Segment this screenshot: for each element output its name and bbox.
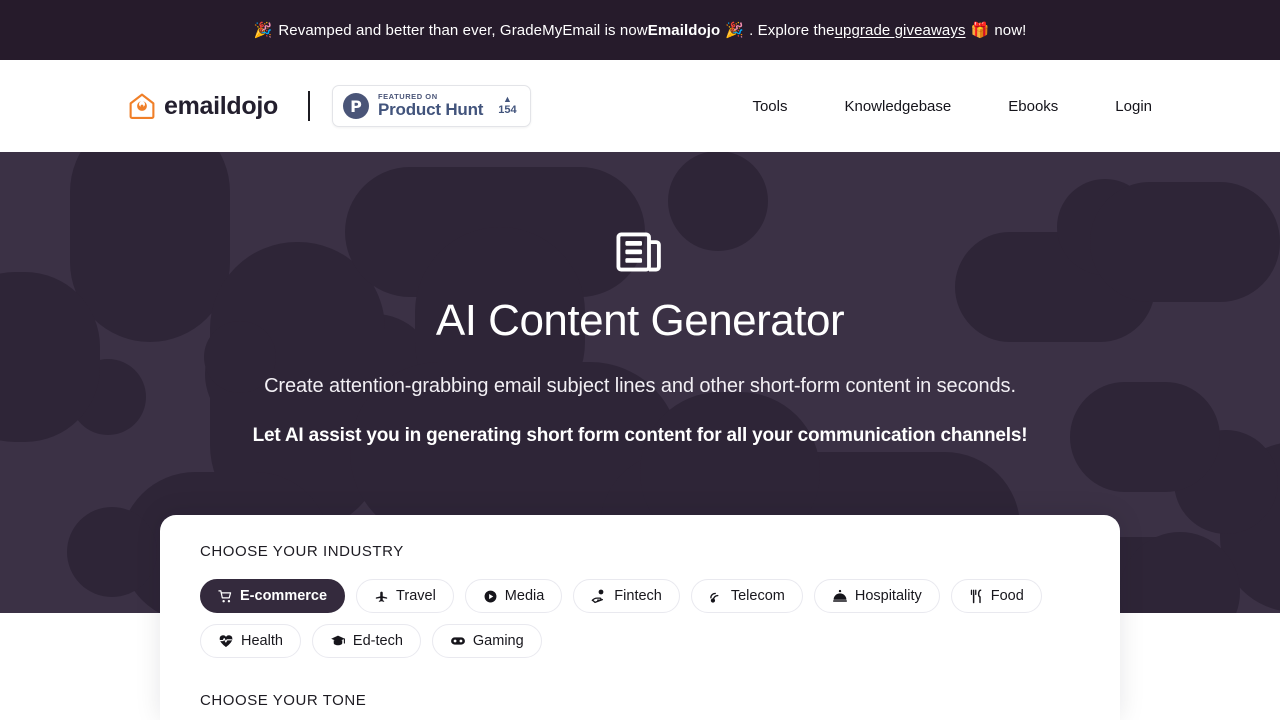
fork-knife-icon [970,589,982,603]
industry-chip-travel[interactable]: Travel [356,579,454,613]
product-hunt-votes: ▲ 154 [498,95,516,117]
nav-link-knowledgebase[interactable]: Knowledgebase [844,98,951,115]
newspaper-icon [616,232,661,272]
gift-icon: 🎁 [970,22,990,39]
industry-chip-label: Telecom [730,588,785,604]
nav-link-ebooks[interactable]: Ebooks [1008,98,1058,115]
tone-section-label: CHOOSE YOUR TONE [200,692,367,709]
industry-chip-telecom[interactable]: Telecom [690,579,803,613]
industry-chip-group: E-commerce Travel Media Fintech Telecom … [200,579,1080,658]
upvote-caret-icon: ▲ [502,94,512,104]
banner-text-third: now! [994,21,1027,39]
nav-link-tools[interactable]: Tools [752,98,787,115]
announcement-banner: 🎉 Revamped and better than ever, GradeMy… [0,0,1280,60]
generator-panel: CHOOSE YOUR INDUSTRY E-commerce Travel M… [160,515,1120,720]
industry-chip-label: Health [241,633,283,649]
industry-chip-food[interactable]: Food [950,579,1042,613]
brand-name: emaildojo [164,91,278,120]
industry-chip-e-commerce[interactable]: E-commerce [200,579,346,613]
product-hunt-text: FEATURED ON Product Hunt [378,93,483,119]
hero-content: AI Content Generator Create attention-gr… [0,152,1280,447]
industry-section-label: CHOOSE YOUR INDUSTRY [200,543,404,560]
industry-chip-label: Hospitality [854,588,922,604]
airplane-icon [375,591,388,602]
hand-coin-icon [591,589,604,604]
party-popper-icon-mid: 🎉 [725,22,745,39]
header-divider [308,91,310,121]
industry-chip-label: Food [990,588,1024,604]
nav-link-login[interactable]: Login [1115,98,1152,115]
industry-chip-media[interactable]: Media [464,579,563,613]
product-hunt-badge[interactable]: P FEATURED ON Product Hunt ▲ 154 [332,85,531,127]
signal-icon [710,592,719,603]
room-service-icon [832,589,847,602]
industry-chip-label: Media [504,588,545,604]
product-hunt-logo-icon: P [343,93,369,119]
emaildojo-logo-icon [129,93,155,119]
industry-chip-health[interactable]: Health [200,624,301,658]
hero-tagline: Let AI assist you in generating short fo… [252,425,1028,447]
shopping-cart-icon [218,589,232,602]
industry-chip-gaming[interactable]: Gaming [431,624,542,658]
graduation-cap-icon [331,635,345,646]
industry-chip-label: Ed-tech [352,633,403,649]
industry-chip-label: Travel [396,588,436,604]
banner-text-first: Revamped and better than ever, GradeMyEm… [278,21,648,39]
banner-brand-name: Emaildojo [647,21,721,39]
industry-chip-ed-tech[interactable]: Ed-tech [311,624,421,658]
upgrade-giveaways-link[interactable]: upgrade giveaways [835,22,966,39]
page-title: AI Content Generator [435,296,845,345]
industry-chip-hospitality[interactable]: Hospitality [813,579,940,613]
product-hunt-vote-count: 154 [498,104,517,116]
party-popper-icon-left: 🎉 [253,22,273,39]
main-navigation: Tools Knowledgebase Ebooks Login [752,98,1152,115]
heart-pulse-icon [219,635,233,647]
product-hunt-name: Product Hunt [378,100,484,120]
industry-chip-label: Fintech [614,588,662,604]
industry-chip-fintech[interactable]: Fintech [573,579,680,613]
brand-logo[interactable]: emaildojo [128,92,278,121]
banner-text-second: . Explore the [749,21,835,39]
industry-chip-label: E-commerce [240,588,328,604]
play-circle-icon [484,590,497,602]
hero-subtitle: Create attention-grabbing email subject … [264,375,1016,398]
industry-chip-label: Gaming [472,633,524,649]
gamepad-icon [450,637,465,645]
site-header: emaildojo P FEATURED ON Product Hunt ▲ 1… [0,60,1280,152]
